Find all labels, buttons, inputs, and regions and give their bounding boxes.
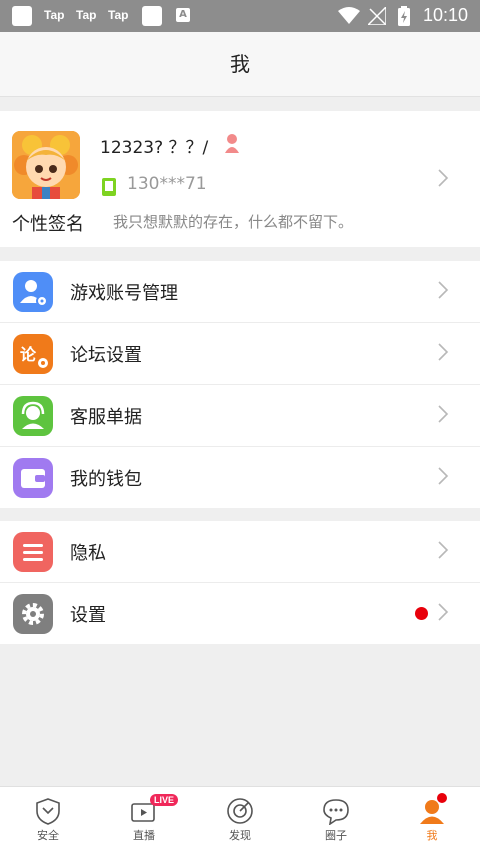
customer-service-icon	[13, 396, 53, 436]
chevron-right-icon	[438, 169, 449, 187]
notification-dot	[415, 607, 428, 620]
chevron-right-icon	[438, 281, 449, 299]
chevron-right-icon	[438, 541, 449, 559]
menu-group-main: 游戏账号管理 论 论坛设置 客服单据 我的钱包	[0, 261, 480, 508]
tab-label: 我	[426, 829, 438, 842]
privacy-icon	[13, 532, 53, 572]
notification-app-icon	[142, 6, 162, 26]
menu-item-label: 隐私	[70, 543, 106, 564]
tab-me[interactable]: 我	[384, 787, 480, 854]
chevron-right-icon	[438, 343, 449, 361]
tab-label: 直播	[133, 829, 155, 842]
clock: 10:10	[422, 5, 468, 25]
battery-icon	[398, 6, 410, 26]
menu-item-label: 游戏账号管理	[70, 283, 178, 304]
compass-icon	[227, 798, 253, 824]
no-signal-icon	[368, 7, 386, 25]
menu-item-account-manage[interactable]: 游戏账号管理	[0, 261, 480, 323]
live-badge: LIVE	[150, 794, 179, 806]
chevron-right-icon	[438, 467, 449, 485]
notification-dot	[437, 793, 447, 803]
menu-item-settings[interactable]: 设置	[0, 583, 480, 644]
tab-label: 发现	[229, 829, 251, 842]
tap-notification-label: Tap	[108, 8, 129, 22]
page-title: 我	[0, 32, 480, 97]
menu-item-label: 论坛设置	[70, 345, 142, 366]
wallet-icon	[13, 458, 53, 498]
phone-number: 130***71	[127, 174, 207, 194]
profile-card[interactable]: 12323? ？？/ 130***71 个性签名 我只想默默的存在，什么都不留下…	[0, 111, 480, 247]
signature-label: 个性签名	[12, 214, 84, 235]
notification-app-icon	[12, 6, 32, 26]
menu-group-settings: 隐私 设置	[0, 521, 480, 644]
a-notification-icon: A	[176, 8, 190, 22]
bottom-tab-bar: 安全 LIVE 直播 发现 圈子 我	[0, 786, 480, 854]
signature-text: 我只想默默的存在，什么都不留下。	[113, 213, 354, 231]
menu-item-label: 我的钱包	[70, 469, 142, 490]
tab-label: 安全	[37, 829, 59, 842]
tab-circle[interactable]: 圈子	[288, 787, 384, 854]
chevron-right-icon	[438, 405, 449, 423]
tap-notification-label: Tap	[44, 8, 65, 22]
wifi-icon	[338, 7, 360, 24]
shield-icon	[36, 798, 60, 825]
menu-item-customer-service[interactable]: 客服单据	[0, 385, 480, 447]
tab-live[interactable]: LIVE 直播	[96, 787, 192, 854]
tab-label: 圈子	[325, 829, 347, 842]
menu-item-label: 客服单据	[70, 407, 142, 428]
menu-item-forum-settings[interactable]: 论 论坛设置	[0, 323, 480, 385]
account-manage-icon	[13, 272, 53, 312]
avatar-image	[12, 131, 80, 199]
status-bar: Tap Tap Tap A 10:10	[0, 0, 480, 32]
phone-icon	[102, 178, 116, 196]
menu-item-wallet[interactable]: 我的钱包	[0, 447, 480, 508]
avatar[interactable]	[12, 131, 80, 199]
tap-notification-label: Tap	[76, 8, 97, 22]
svg-text:论: 论	[20, 345, 37, 364]
menu-item-label: 设置	[70, 605, 106, 626]
chat-bubble-icon	[323, 799, 349, 825]
tab-security[interactable]: 安全	[0, 787, 96, 854]
tab-discover[interactable]: 发现	[192, 787, 288, 854]
menu-item-privacy[interactable]: 隐私	[0, 521, 480, 583]
username: 12323? ？？/	[100, 138, 209, 158]
chevron-right-icon	[438, 603, 449, 621]
gear-icon	[13, 594, 53, 634]
gender-icon	[225, 134, 239, 153]
forum-settings-icon: 论	[13, 334, 53, 374]
